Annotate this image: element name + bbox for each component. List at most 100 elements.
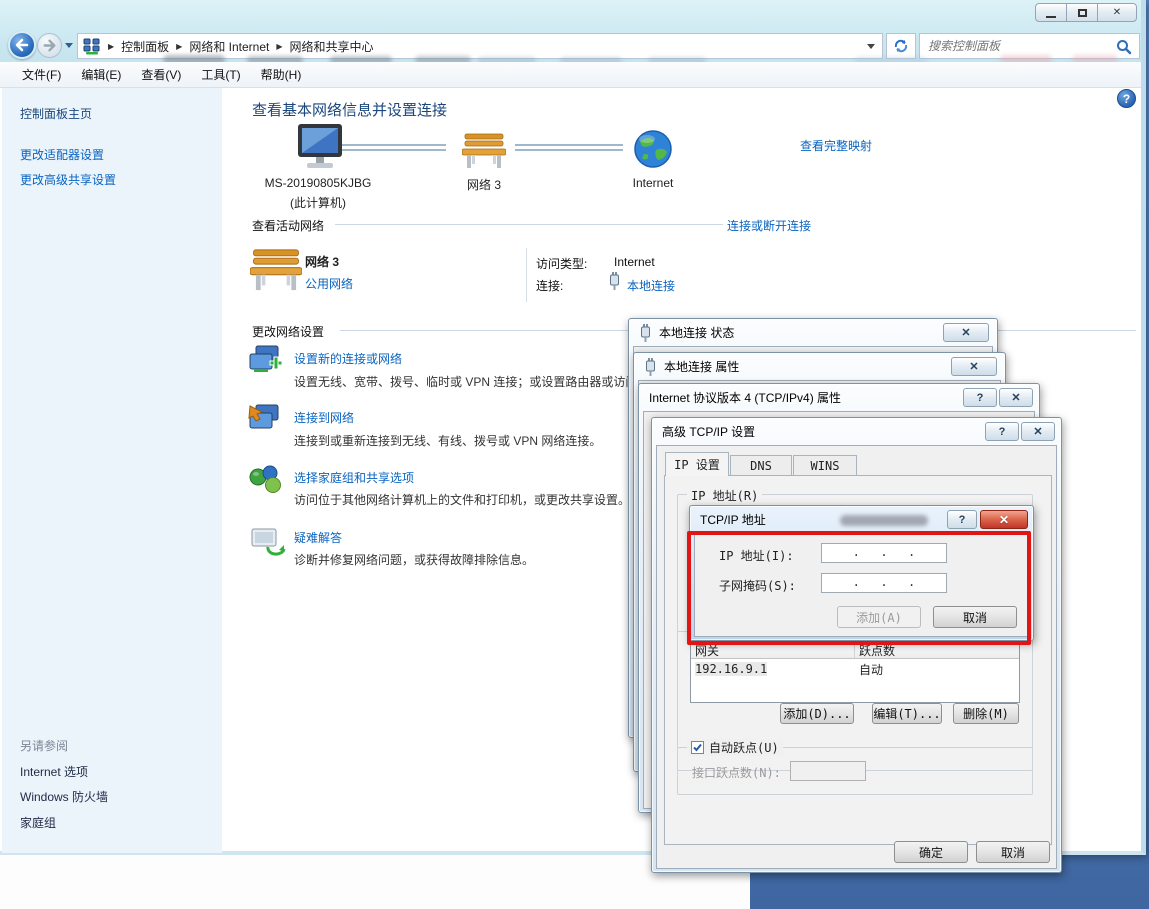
computer-icon[interactable] [294, 124, 346, 174]
task-homegroup-options-desc: 访问位于其他网络计算机上的文件和打印机，或更改共享设置。 [294, 491, 630, 508]
menu-view[interactable]: 查看(V) [131, 62, 191, 87]
close-button[interactable]: ✕ [999, 388, 1033, 407]
local-connection-link[interactable]: 本地连接 [627, 277, 675, 294]
ipv4-dialog-titlebar[interactable]: Internet 协议版本 4 (TCP/IPv4) 属性 ? ✕ [643, 384, 1035, 411]
page-title: 查看基本网络信息并设置连接 [252, 99, 447, 120]
minimize-button[interactable] [1035, 3, 1067, 22]
close-button[interactable]: ✕ [951, 357, 997, 376]
menu-edit[interactable]: 编辑(E) [71, 62, 131, 87]
close-icon: ✕ [999, 513, 1009, 527]
back-arrow-icon [10, 33, 34, 57]
help-icon: ? [959, 514, 966, 526]
dialog-title: TCP/IP 地址 [700, 511, 766, 528]
tab-dns[interactable]: DNS [730, 455, 792, 476]
tcpip-dialog-titlebar[interactable]: TCP/IP 地址 ? ✕ [694, 506, 1029, 533]
button-label: 取消 [1001, 844, 1025, 861]
network-type-link[interactable]: 公用网络 [305, 275, 353, 292]
ok-button[interactable]: 确定 [894, 841, 968, 863]
breadcrumb-item-control-panel[interactable]: 控制面板 [121, 38, 169, 55]
address-dropdown-button[interactable] [860, 44, 882, 49]
minimize-icon [1046, 16, 1056, 18]
breadcrumb-separator-icon: ▶ [276, 42, 282, 51]
auto-metric-group: 自动跃点(U) 接口跃点数(N): [677, 747, 1033, 795]
tab-wins[interactable]: WINS [793, 455, 857, 476]
button-label: 删除(M) [963, 705, 1009, 722]
close-button[interactable]: ✕ [1021, 422, 1055, 441]
help-button[interactable]: ? [1117, 89, 1136, 108]
censored-smudge [840, 515, 928, 526]
connect-disconnect-link[interactable]: 连接或断开连接 [727, 217, 811, 234]
close-button[interactable]: ✕ [980, 510, 1028, 529]
see-also-header: 另请参阅 [20, 737, 68, 754]
sidebar-item-control-panel-home[interactable]: 控制面板主页 [20, 105, 92, 122]
active-network-name: 网络 3 [305, 253, 339, 270]
task-connect-to-network[interactable]: 连接到网络 [294, 409, 354, 426]
access-type-label: 访问类型: [536, 255, 587, 272]
recent-pages-dropdown[interactable] [65, 43, 73, 48]
network-bench-icon[interactable] [462, 130, 506, 172]
interface-metric-input[interactable] [790, 761, 866, 781]
sidebar-item-homegroup[interactable]: 家庭组 [20, 814, 56, 831]
task-troubleshoot[interactable]: 疑难解答 [294, 529, 342, 546]
active-networks-header: 查看活动网络 [252, 217, 324, 234]
menu-bar: 文件(F) 编辑(E) 查看(V) 工具(T) 帮助(H) [0, 62, 1141, 88]
network-bench-icon [250, 245, 302, 295]
tab-label: WINS [811, 459, 840, 473]
sidebar-item-change-advanced-sharing[interactable]: 更改高级共享设置 [20, 171, 116, 188]
menu-help[interactable]: 帮助(H) [251, 62, 312, 87]
task-setup-new-connection[interactable]: 设置新的连接或网络 [294, 350, 402, 367]
breadcrumb-separator-icon: ▶ [108, 42, 114, 51]
status-dialog-titlebar[interactable]: 本地连接 状态 ✕ [633, 319, 993, 346]
divider [335, 224, 723, 225]
caption-buttons: ✕ [1036, 3, 1137, 22]
search-icon [1116, 39, 1132, 55]
interface-metric-label: 接口跃点数(N): [692, 764, 781, 781]
gateway-row[interactable]: 192.16.9.1 自动 [691, 659, 1019, 679]
sidebar: 控制面板主页 更改适配器设置 更改高级共享设置 另请参阅 Internet 选项… [2, 88, 222, 853]
change-settings-header: 更改网络设置 [252, 323, 324, 340]
sidebar-item-windows-firewall[interactable]: Windows 防火墙 [20, 788, 108, 805]
gateway-add-button[interactable]: 添加(D)... [780, 703, 854, 724]
gateway-edit-button[interactable]: 编辑(T)... [872, 703, 942, 724]
maximize-button[interactable] [1066, 3, 1098, 22]
network-location-icon [83, 38, 101, 55]
background-strip [0, 855, 750, 909]
close-icon: ✕ [969, 360, 978, 373]
properties-dialog-titlebar[interactable]: 本地连接 属性 ✕ [638, 353, 1001, 380]
gateway-list[interactable]: 网关 跃点数 192.16.9.1 自动 [690, 641, 1020, 703]
help-button[interactable]: ? [985, 422, 1019, 441]
auto-metric-checkbox[interactable] [691, 741, 704, 754]
refresh-icon [893, 38, 909, 54]
metric-cell: 自动 [855, 661, 883, 678]
sidebar-item-change-adapter-settings[interactable]: 更改适配器设置 [20, 146, 104, 163]
computer-name-label: MS-20190805KJBG [252, 176, 384, 190]
close-button[interactable]: ✕ [1097, 3, 1137, 22]
gateway-delete-button[interactable]: 删除(M) [953, 703, 1019, 724]
sidebar-item-internet-options[interactable]: Internet 选项 [20, 763, 88, 780]
homegroup-icon [248, 464, 284, 496]
breadcrumb-item-network-sharing-center[interactable]: 网络和共享中心 [290, 38, 374, 55]
menu-tools[interactable]: 工具(T) [191, 62, 250, 87]
cancel-button[interactable]: 取消 [976, 841, 1050, 863]
close-button[interactable]: ✕ [943, 323, 989, 342]
help-button[interactable]: ? [947, 510, 977, 529]
task-connect-to-network-desc: 连接到或重新连接到无线、有线、拨号或 VPN 网络连接。 [294, 432, 601, 449]
help-button[interactable]: ? [963, 388, 997, 407]
menu-file[interactable]: 文件(F) [12, 62, 71, 87]
refresh-button[interactable] [886, 33, 916, 59]
tab-label: IP 设置 [674, 456, 720, 473]
advanced-dialog-titlebar[interactable]: 高级 TCP/IP 设置 ? ✕ [656, 418, 1057, 445]
view-full-map-link[interactable]: 查看完整映射 [800, 137, 872, 154]
access-type-value: Internet [614, 255, 655, 269]
tab-ip-settings[interactable]: IP 设置 [665, 452, 729, 476]
map-link-line [342, 144, 446, 151]
back-button[interactable] [8, 31, 36, 59]
forward-button[interactable] [37, 33, 62, 58]
internet-globe-icon[interactable] [634, 130, 672, 168]
connect-network-icon [248, 404, 284, 436]
new-connection-icon [248, 345, 284, 377]
breadcrumb-item-network-internet[interactable]: 网络和 Internet [189, 38, 269, 55]
task-homegroup-options[interactable]: 选择家庭组和共享选项 [294, 469, 414, 486]
button-label: 添加(D)... [783, 705, 850, 722]
dialog-title: 本地连接 状态 [659, 324, 734, 341]
